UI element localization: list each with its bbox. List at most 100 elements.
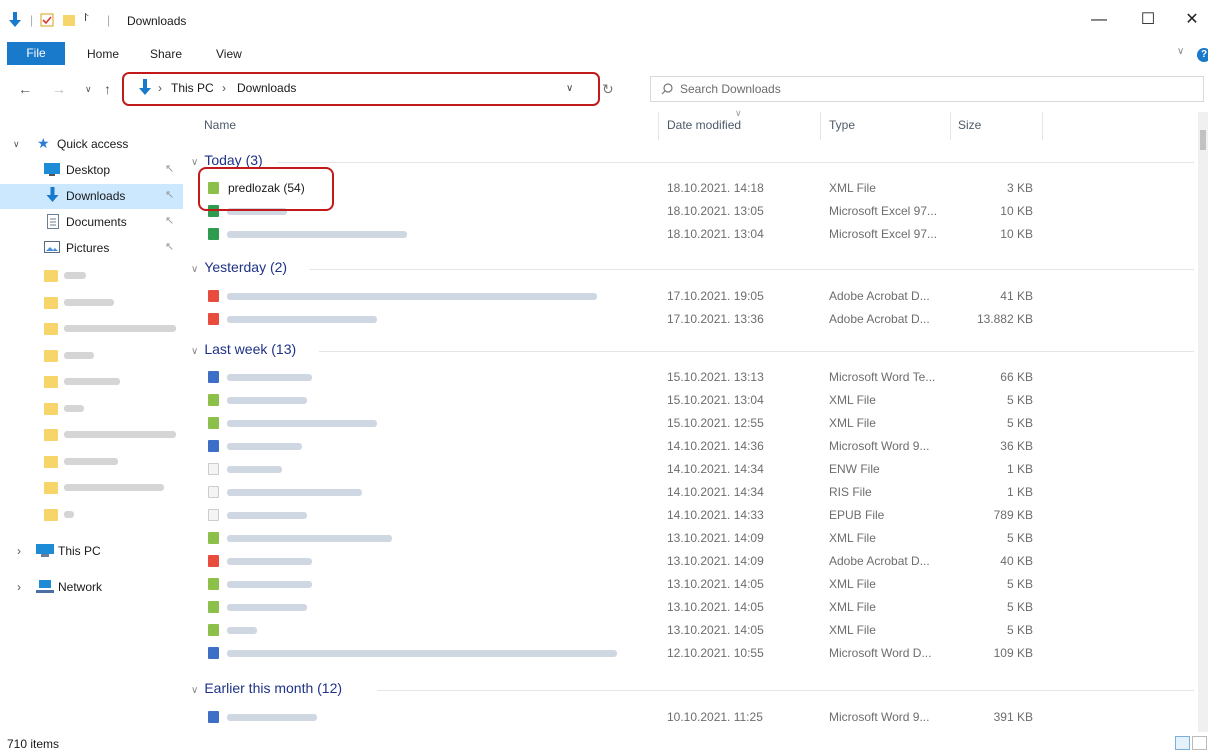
blurred-file-name — [227, 535, 392, 542]
column-header-size[interactable]: Size — [958, 118, 981, 132]
details-view-button[interactable] — [1175, 736, 1190, 750]
file-row[interactable]: 17.10.2021. 19:05 Adobe Acrobat D... 41 KB — [191, 285, 1194, 308]
sidebar-item-this-pc[interactable]: › This PC — [0, 539, 183, 564]
blurred-label — [64, 484, 164, 491]
file-row[interactable]: 12.10.2021. 10:55 Microsoft Word D... 109 … — [191, 642, 1194, 665]
blurred-label — [64, 458, 118, 465]
blurred-label — [64, 299, 114, 306]
new-folder-icon[interactable] — [62, 13, 76, 27]
file-row[interactable]: 13.10.2021. 14:05 XML File 5 KB — [191, 596, 1194, 619]
help-icon[interactable]: ? — [1197, 48, 1208, 62]
file-size: 5 KB — [1006, 416, 1033, 430]
expand-chevron-icon[interactable]: › — [17, 580, 21, 594]
group-header[interactable]: ∨ Last week (13) — [191, 341, 296, 361]
blurred-label — [64, 325, 176, 332]
file-row[interactable]: 13.10.2021. 14:09 XML File 5 KB — [191, 527, 1194, 550]
pin-icon[interactable]: ↖ — [165, 188, 174, 201]
sidebar-item-label: This PC — [58, 544, 101, 558]
file-type: XML File — [829, 623, 876, 637]
excel-file-icon — [208, 228, 219, 240]
file-row[interactable]: 14.10.2021. 14:33 EPUB File 789 KB — [191, 504, 1194, 527]
search-input[interactable]: Search Downloads — [680, 82, 781, 96]
sidebar-item-downloads[interactable]: Downloads ↖ — [0, 184, 183, 209]
sidebar-item-documents[interactable]: Documents ↖ — [0, 210, 183, 235]
file-date: 15.10.2021. 12:55 — [667, 416, 764, 430]
back-arrow-icon[interactable]: ← — [18, 81, 32, 97]
file-row[interactable]: 10.10.2021. 11:25 Microsoft Word 9... 391 … — [191, 706, 1194, 729]
file-date: 13.10.2021. 14:05 — [667, 623, 764, 637]
sidebar-item-label: Documents — [66, 215, 127, 229]
collapse-chevron-icon[interactable]: ∨ — [191, 685, 198, 696]
file-row[interactable]: 18.10.2021. 13:04 Microsoft Excel 97... 10… — [191, 223, 1194, 246]
column-divider[interactable] — [1042, 112, 1043, 140]
tab-home[interactable]: Home — [87, 47, 119, 61]
file-type: XML File — [829, 393, 876, 407]
sidebar-item-desktop[interactable]: Desktop ↖ — [0, 158, 183, 183]
file-row[interactable]: 15.10.2021. 12:55 XML File 5 KB — [191, 412, 1194, 435]
recent-locations-chevron-icon[interactable]: ∨ — [85, 84, 92, 95]
tab-view[interactable]: View — [216, 47, 242, 61]
column-divider[interactable] — [820, 112, 821, 140]
up-arrow-icon[interactable]: ↑ — [104, 81, 111, 97]
collapse-chevron-icon[interactable]: ∨ — [191, 157, 198, 168]
file-row[interactable]: 17.10.2021. 13:36 Adobe Acrobat D... 13.88… — [191, 308, 1194, 331]
collapse-chevron-icon[interactable]: ∨ — [191, 346, 198, 357]
file-size: 5 KB — [1006, 600, 1033, 614]
address-bar[interactable]: › This PC › Downloads ∨ — [138, 78, 586, 100]
refresh-icon[interactable]: ↻ — [602, 81, 614, 98]
file-row[interactable]: 14.10.2021. 14:36 Microsoft Word 9... 36 K… — [191, 435, 1194, 458]
download-arrow-icon[interactable] — [8, 12, 22, 28]
desktop-icon — [44, 163, 60, 176]
column-header-type[interactable]: Type — [829, 118, 855, 132]
close-button[interactable]: ✕ — [1178, 8, 1206, 32]
download-arrow-icon — [46, 187, 59, 202]
expand-chevron-icon[interactable]: › — [17, 544, 21, 558]
minimize-button[interactable]: — — [1085, 8, 1113, 32]
file-row[interactable]: 13.10.2021. 14:05 XML File 5 KB — [191, 573, 1194, 596]
pin-icon[interactable]: ↖ — [165, 214, 174, 227]
blurred-file-name — [227, 714, 317, 721]
column-header-name[interactable]: Name — [204, 118, 236, 132]
customize-quick-access-chevron-icon[interactable]: ⨡ — [84, 12, 88, 25]
navigation-pane: ∨ ★ Quick access Desktop ↖ Downloads ↖ D… — [0, 120, 183, 730]
expand-chevron-icon[interactable]: ∨ — [13, 139, 20, 150]
group-header[interactable]: ∨ Earlier this month (12) — [191, 680, 342, 700]
breadcrumb-this-pc[interactable]: This PC — [171, 81, 214, 95]
vertical-scrollbar[interactable] — [1198, 112, 1208, 732]
file-row[interactable]: 13.10.2021. 14:05 XML File 5 KB — [191, 619, 1194, 642]
properties-check-icon[interactable] — [40, 13, 54, 27]
file-row[interactable]: 13.10.2021. 14:09 Adobe Acrobat D... 40 KB — [191, 550, 1194, 573]
tab-share[interactable]: Share — [150, 47, 182, 61]
ribbon-tabs: Home Share View ∨ — [0, 42, 1208, 67]
column-header-date-modified[interactable]: Date modified — [667, 118, 741, 132]
file-row[interactable]: 14.10.2021. 14:34 ENW File 1 KB — [191, 458, 1194, 481]
network-icon — [36, 580, 54, 593]
pin-icon[interactable]: ↖ — [165, 162, 174, 175]
file-row[interactable]: 14.10.2021. 14:34 RIS File 1 KB — [191, 481, 1194, 504]
collapse-chevron-icon[interactable]: ∨ — [191, 264, 198, 275]
separator: | — [30, 13, 34, 27]
large-icons-view-button[interactable] — [1192, 736, 1207, 750]
xml-file-icon — [208, 394, 219, 406]
file-date: 17.10.2021. 19:05 — [667, 289, 764, 303]
file-row[interactable]: 15.10.2021. 13:13 Microsoft Word Te... 66 … — [191, 366, 1194, 389]
scrollbar-thumb[interactable] — [1200, 130, 1206, 150]
sidebar-item-pictures[interactable]: Pictures ↖ — [0, 236, 183, 261]
xml-file-icon — [208, 624, 219, 636]
sidebar-item-quick-access[interactable]: ∨ ★ Quick access — [0, 132, 183, 157]
blank-file-icon — [208, 463, 219, 475]
pin-icon[interactable]: ↖ — [165, 240, 174, 253]
sidebar-item-network[interactable]: › Network — [0, 575, 183, 600]
group-header[interactable]: ∨ Yesterday (2) — [191, 259, 287, 279]
file-row[interactable]: 15.10.2021. 13:04 XML File 5 KB — [191, 389, 1194, 412]
address-dropdown-chevron-icon[interactable]: ∨ — [566, 83, 573, 94]
expand-ribbon-chevron-icon[interactable]: ∨ — [1177, 46, 1184, 57]
column-divider[interactable] — [658, 112, 659, 140]
column-divider[interactable] — [950, 112, 951, 140]
file-row[interactable]: predlozak (54) 18.10.2021. 14:18 XML File 3… — [191, 177, 1194, 200]
forward-arrow-icon[interactable]: → — [52, 81, 66, 97]
file-date: 18.10.2021. 13:05 — [667, 204, 764, 218]
file-row[interactable]: 18.10.2021. 13:05 Microsoft Excel 97... 10… — [191, 200, 1194, 223]
maximize-button[interactable]: ☐ — [1134, 8, 1162, 32]
breadcrumb-downloads[interactable]: Downloads — [237, 81, 296, 95]
